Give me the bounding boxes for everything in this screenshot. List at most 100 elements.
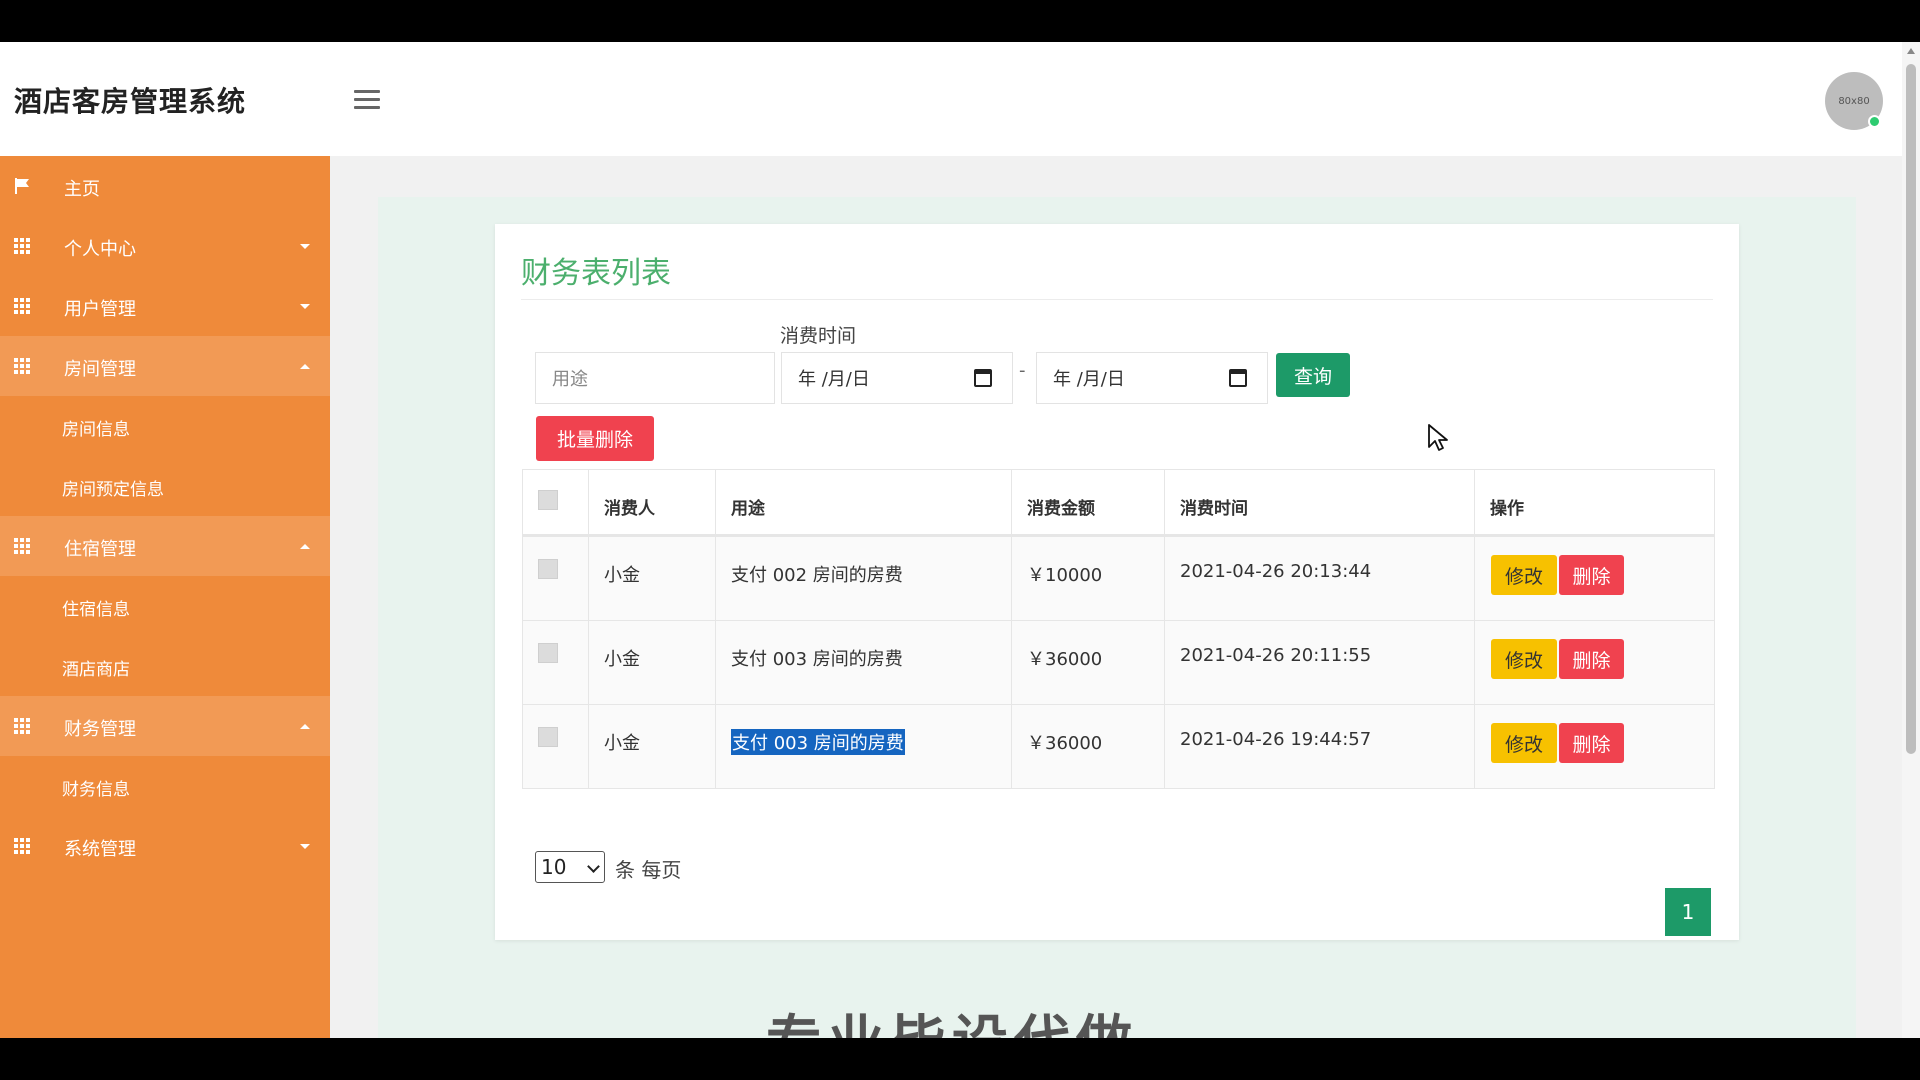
date-end-input[interactable]: 年 /月/日 — [1036, 352, 1268, 404]
column-header-amount[interactable]: 消费金额 — [1011, 470, 1164, 534]
watermark-text: 专业毕设代做 — [766, 997, 1138, 1038]
table-row: 小金 支付 003 房间的房费 ￥36000 2021-04-26 20:11:… — [523, 620, 1714, 704]
top-header: 酒店客房管理系统 80x80 — [0, 42, 1902, 156]
sidebar-item-user-management[interactable]: 用户管理 — [0, 276, 330, 336]
divider — [521, 299, 1713, 300]
scrollbar[interactable] — [1902, 42, 1920, 1038]
selected-text: 支付 003 房间的房费 — [731, 729, 905, 755]
sidebar-subitem-label: 财务信息 — [62, 780, 130, 800]
column-header-time[interactable]: 消费时间 — [1164, 470, 1474, 534]
time-cell: 2021-04-26 19:44:57 — [1164, 705, 1474, 788]
batch-delete-button[interactable]: 批量删除 — [536, 416, 654, 461]
grid-icon — [14, 538, 32, 554]
date-start-input[interactable]: 年 /月/日 — [781, 352, 1013, 404]
consumer-cell: 小金 — [588, 705, 715, 788]
sidebar-item-label: 房间管理 — [64, 359, 136, 380]
row-checkbox-cell — [523, 705, 588, 788]
sidebar-subitem-label: 酒店商店 — [62, 660, 130, 680]
delete-button[interactable]: 删除 — [1559, 723, 1624, 763]
pagination-page-1[interactable]: 1 — [1665, 888, 1711, 936]
query-button[interactable]: 查询 — [1276, 353, 1350, 397]
select-all-checkbox[interactable] — [538, 490, 558, 510]
grid-icon — [14, 838, 32, 854]
select-all-cell — [523, 470, 588, 534]
column-header-actions: 操作 — [1474, 470, 1714, 534]
avatar[interactable]: 80x80 — [1825, 72, 1883, 130]
purpose-cell: 支付 002 房间的房费 — [715, 537, 1011, 620]
caret-up-icon — [300, 364, 310, 369]
sidebar: 主页 个人中心 用户管理 房间管理 房间信息 房间预定信息 住宿管理 住宿信息 … — [0, 156, 330, 1038]
sidebar-item-label: 住宿管理 — [64, 539, 136, 560]
calendar-icon[interactable] — [974, 369, 992, 387]
purpose-cell: 支付 003 房间的房费 — [715, 621, 1011, 704]
consumer-cell: 小金 — [588, 621, 715, 704]
edit-button[interactable]: 修改 — [1491, 723, 1557, 763]
grid-icon — [14, 718, 32, 734]
purpose-search-input[interactable]: 用途 — [535, 352, 775, 404]
caret-down-icon — [300, 844, 310, 849]
sidebar-subitem-room-info[interactable]: 房间信息 — [0, 396, 330, 456]
caret-down-icon — [300, 244, 310, 249]
actions-cell: 修改 删除 — [1474, 705, 1714, 788]
edit-button[interactable]: 修改 — [1491, 555, 1557, 595]
grid-icon — [14, 358, 32, 374]
row-checkbox[interactable] — [538, 727, 558, 747]
edit-button[interactable]: 修改 — [1491, 639, 1557, 679]
page-size-select[interactable]: 10 — [535, 851, 605, 883]
sidebar-item-label: 个人中心 — [64, 239, 136, 260]
sidebar-subitem-lodging-info[interactable]: 住宿信息 — [0, 576, 330, 636]
time-filter-label: 消费时间 — [780, 325, 857, 347]
table-header-row: 消费人 用途 消费金额 消费时间 操作 — [523, 470, 1714, 536]
menu-toggle-icon[interactable] — [354, 90, 380, 112]
calendar-icon[interactable] — [1229, 369, 1247, 387]
time-cell: 2021-04-26 20:13:44 — [1164, 537, 1474, 620]
sidebar-item-label: 财务管理 — [64, 719, 136, 740]
scroll-thumb[interactable] — [1906, 64, 1916, 754]
sidebar-item-finance-management[interactable]: 财务管理 — [0, 696, 330, 756]
actions-cell: 修改 删除 — [1474, 621, 1714, 704]
mouse-cursor-icon — [1428, 424, 1448, 451]
row-checkbox-cell — [523, 537, 588, 620]
per-page-label: 条 每页 — [615, 858, 682, 882]
app-window: 酒店客房管理系统 80x80 主页 个人中心 用户管理 房间管理 房间信息 房间… — [0, 42, 1920, 1038]
row-checkbox[interactable] — [538, 559, 558, 579]
sidebar-subitem-label: 房间预定信息 — [62, 480, 164, 500]
sidebar-item-home[interactable]: 主页 — [0, 156, 330, 216]
caret-down-icon — [300, 304, 310, 309]
sidebar-subitem-room-booking[interactable]: 房间预定信息 — [0, 456, 330, 516]
purpose-cell: 支付 003 房间的房费 — [715, 705, 1011, 788]
sidebar-subitem-label: 住宿信息 — [62, 600, 130, 620]
sidebar-item-label: 系统管理 — [64, 839, 136, 860]
column-header-purpose[interactable]: 用途 — [715, 470, 1011, 534]
caret-up-icon — [300, 724, 310, 729]
date-range-separator: - — [1019, 360, 1026, 381]
sidebar-item-lodging-management[interactable]: 住宿管理 — [0, 516, 330, 576]
delete-button[interactable]: 删除 — [1559, 639, 1624, 679]
date-start-value: 年 /月/日 — [798, 369, 870, 390]
table-row: 小金 支付 003 房间的房费 ￥36000 2021-04-26 19:44:… — [523, 704, 1714, 788]
sidebar-item-label: 用户管理 — [64, 299, 136, 320]
amount-cell: ￥36000 — [1011, 705, 1164, 788]
column-header-consumer[interactable]: 消费人 — [588, 470, 715, 534]
row-checkbox[interactable] — [538, 643, 558, 663]
time-cell: 2021-04-26 20:11:55 — [1164, 621, 1474, 704]
sidebar-item-personal-center[interactable]: 个人中心 — [0, 216, 330, 276]
sidebar-item-room-management[interactable]: 房间管理 — [0, 336, 330, 396]
consumer-cell: 小金 — [588, 537, 715, 620]
sidebar-subitem-finance-info[interactable]: 财务信息 — [0, 756, 330, 816]
grid-icon — [14, 298, 32, 314]
sidebar-item-label: 主页 — [64, 179, 100, 200]
sidebar-subitem-hotel-shop[interactable]: 酒店商店 — [0, 636, 330, 696]
caret-up-icon — [300, 544, 310, 549]
scroll-up-icon[interactable] — [1907, 48, 1915, 54]
row-checkbox-cell — [523, 621, 588, 704]
online-status-dot — [1868, 115, 1881, 128]
finance-list-card: 财务表列表 消费时间 用途 年 /月/日 - 年 /月/日 查询 批量删除 消费… — [495, 224, 1739, 940]
page-size-value: 10 — [541, 855, 567, 879]
sidebar-item-system-management[interactable]: 系统管理 — [0, 816, 330, 876]
table-row: 小金 支付 002 房间的房费 ￥10000 2021-04-26 20:13:… — [523, 536, 1714, 620]
page-title: 财务表列表 — [521, 256, 671, 291]
delete-button[interactable]: 删除 — [1559, 555, 1624, 595]
grid-icon — [14, 238, 32, 254]
actions-cell: 修改 删除 — [1474, 537, 1714, 620]
